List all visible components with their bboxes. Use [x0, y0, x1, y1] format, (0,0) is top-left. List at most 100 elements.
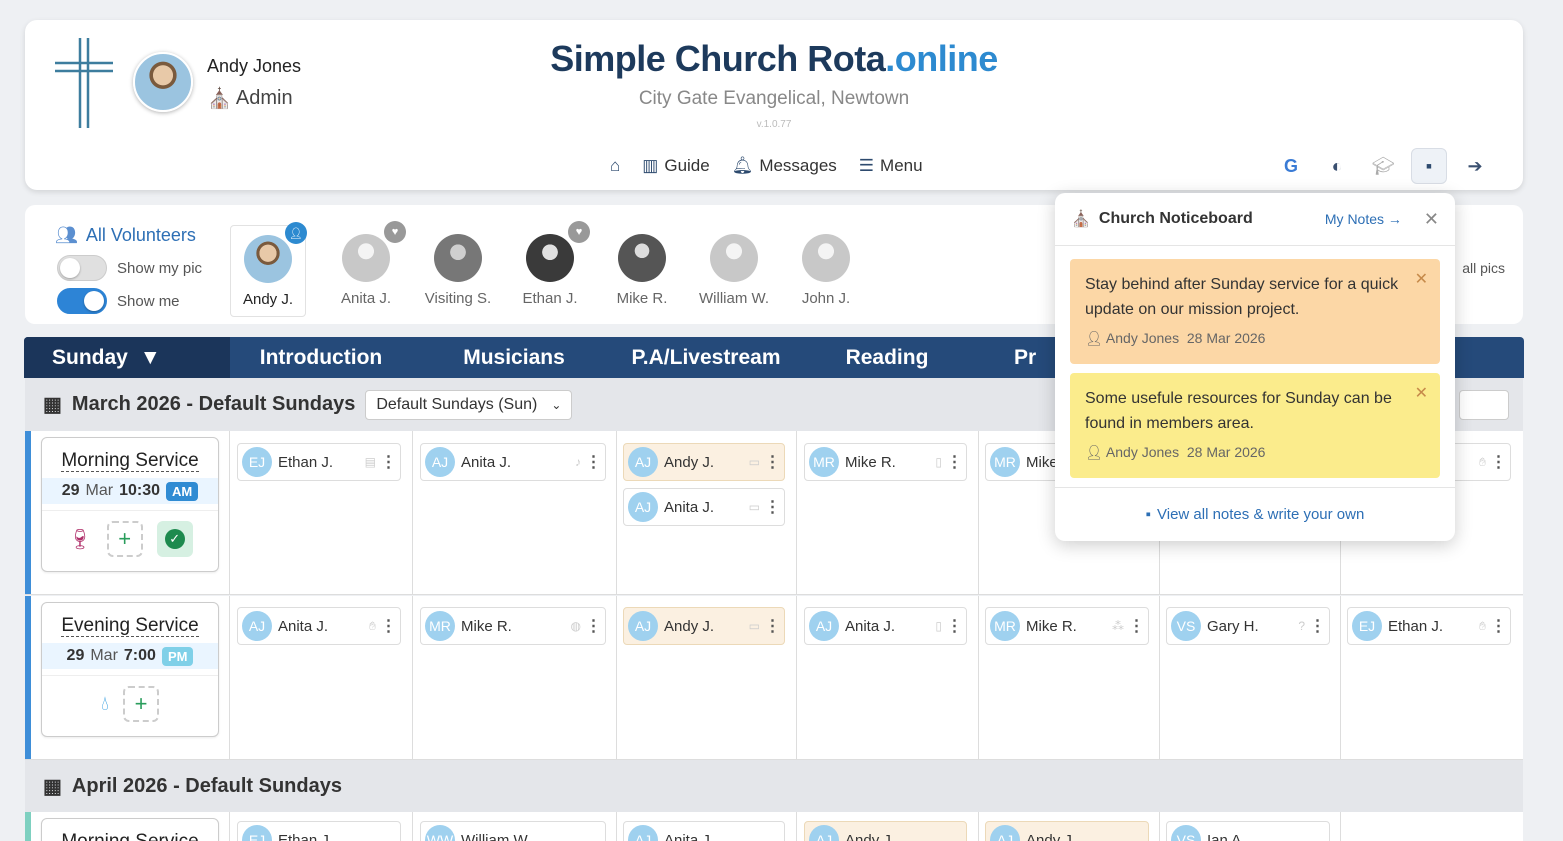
messages-button[interactable]: 🔔︎ Messages: [732, 156, 837, 176]
more-icon[interactable]: ⋮: [1124, 616, 1148, 636]
home-button[interactable]: ⌂: [610, 156, 620, 176]
theme-toggle-button[interactable]: ◐: [1319, 148, 1355, 184]
chip-name: Anita J.: [664, 831, 715, 841]
people-icon: ⁂: [1112, 619, 1124, 633]
volunteer-item[interactable]: Ethan J. ♥: [504, 221, 596, 317]
logout-button[interactable]: ➔: [1457, 148, 1493, 184]
service-title[interactable]: Morning Service: [61, 450, 199, 472]
church-icon: ⛪: [1071, 211, 1091, 228]
assignment-chip[interactable]: AJ Andy J. ▭ ⋮: [623, 607, 785, 645]
assignment-chip[interactable]: MR Mike R. ▯ ⋮: [804, 443, 967, 481]
assignment-chip[interactable]: EJ Ethan J. ✋︎ ⋮: [1347, 607, 1511, 645]
assignment-chip[interactable]: MR Mike R. ◍ ⋮: [420, 607, 606, 645]
projector-icon: ▭: [748, 619, 760, 633]
assignment-chip[interactable]: AJ Andy J.: [985, 821, 1149, 841]
assignment-chip[interactable]: EJ Ethan J.: [237, 821, 401, 841]
add-button[interactable]: +: [123, 686, 159, 722]
noticeboard-header: ⛪ Church Noticeboard My Notes → ✕: [1055, 193, 1455, 246]
notes-button[interactable]: ▪: [1411, 148, 1447, 184]
volunteer-item[interactable]: John J.: [780, 225, 872, 317]
am-badge: AM: [166, 481, 199, 501]
assignment-chip[interactable]: AJ Anita J. ▭ ⋮: [623, 488, 785, 526]
guide-button[interactable]: ▥ Guide: [642, 156, 709, 176]
service-card[interactable]: Morning Service: [41, 818, 219, 841]
assignment-chip[interactable]: AJ Andy J. ▭ ⋮: [623, 443, 785, 481]
volunteer-name: Visiting S.: [424, 290, 492, 307]
confirm-button[interactable]: ✓: [156, 521, 193, 557]
assignment-chip[interactable]: EJ Ethan J. ▤ ⋮: [237, 443, 401, 481]
view-all-notes-link[interactable]: ▪ View all notes & write your own: [1055, 487, 1455, 541]
add-button[interactable]: +: [106, 521, 143, 557]
assignment-chip[interactable]: AJ Anita J. ✋︎ ⋮: [237, 607, 401, 645]
initials-avatar: AJ: [628, 447, 658, 477]
role-pa-livestream[interactable]: P.A/Livestream: [616, 337, 796, 378]
more-icon[interactable]: ⋮: [1305, 616, 1329, 636]
menu-button[interactable]: ☰ Menu: [859, 156, 923, 176]
initials-avatar: AJ: [809, 825, 839, 841]
service-title[interactable]: Morning Service: [61, 831, 199, 841]
assignment-chip[interactable]: VS Ian A.: [1166, 821, 1330, 841]
graduation-button[interactable]: 🎓︎: [1365, 148, 1401, 184]
check-icon: ✓: [164, 529, 185, 549]
dismiss-note-icon[interactable]: ✕: [1415, 381, 1428, 406]
more-icon[interactable]: ⋮: [942, 616, 966, 636]
assignment-chip[interactable]: MR Mike R. ⁂ ⋮: [985, 607, 1149, 645]
dismiss-note-icon[interactable]: ✕: [1415, 267, 1428, 292]
show-my-pic-label: Show my pic: [117, 259, 203, 277]
chip-name: Anita J.: [461, 453, 512, 471]
wine-glass-icon[interactable]: 🍷︎: [67, 527, 92, 552]
graduation-cap-icon: 🎓︎: [1371, 155, 1395, 176]
service-card[interactable]: Morning Service 29 Mar 10:30 AM 🍷︎ + ✓: [41, 437, 219, 572]
all-pics-label: all pics: [1462, 260, 1505, 276]
chip-name: Mike R.: [845, 453, 896, 471]
caret-down-icon: ▼: [139, 345, 161, 369]
volunteer-item[interactable]: Andy J. 👤︎: [230, 222, 307, 317]
chip-name: Anita J.: [845, 617, 896, 635]
more-icon[interactable]: ⋮: [376, 452, 400, 472]
more-icon[interactable]: ⋮: [760, 616, 784, 636]
more-icon[interactable]: ⋮: [942, 452, 966, 472]
assignment-chip[interactable]: AJ Andy J.: [804, 821, 967, 841]
book-icon: ▯: [935, 619, 942, 633]
more-icon[interactable]: ⋮: [1486, 616, 1510, 636]
more-icon[interactable]: ⋮: [581, 452, 605, 472]
water-drop-icon[interactable]: 💧︎: [101, 693, 109, 716]
more-icon[interactable]: ⋮: [760, 452, 784, 472]
more-icon[interactable]: ⋮: [581, 616, 605, 636]
google-icon: G: [1283, 155, 1298, 176]
close-icon[interactable]: ✕: [1424, 209, 1439, 230]
show-me-toggle[interactable]: [57, 288, 107, 314]
day-selector[interactable]: Sunday ▼: [24, 337, 230, 378]
more-icon[interactable]: ⋮: [376, 616, 400, 636]
assignment-chip[interactable]: AJ Anita J. ▯ ⋮: [804, 607, 967, 645]
assignment-chip[interactable]: AJ Anita J. ♪ ⋮: [420, 443, 606, 481]
assignment-chip[interactable]: AJ Anita J.: [623, 821, 785, 841]
show-my-pic-toggle[interactable]: [57, 255, 107, 281]
book-icon: ▯: [935, 455, 942, 469]
volunteer-item[interactable]: William W.: [688, 225, 780, 317]
volunteer-item[interactable]: Mike R.: [596, 225, 688, 317]
service-title[interactable]: Evening Service: [61, 615, 199, 637]
volunteer-name: William W.: [699, 290, 769, 307]
church-name: City Gate Evangelical, Newtown: [638, 88, 910, 109]
note-meta: 👤︎ Andy Jones 28 Mar 2026: [1085, 326, 1425, 351]
service-time: 29 Mar 7:00 PM: [42, 643, 218, 669]
volunteer-item[interactable]: Anita J. ♥: [320, 221, 412, 317]
my-notes-link[interactable]: My Notes →: [1325, 211, 1402, 227]
rota-select-secondary[interactable]: [1459, 389, 1509, 420]
more-icon[interactable]: ⋮: [760, 497, 784, 517]
service-card[interactable]: Evening Service 29 Mar 7:00 PM 💧︎ +: [41, 602, 219, 737]
all-volunteers-link[interactable]: 👥︎ All Volunteers: [55, 225, 196, 246]
role-reading[interactable]: Reading: [796, 337, 978, 378]
google-button[interactable]: G: [1273, 148, 1309, 184]
assignment-chip[interactable]: WW William W.: [420, 821, 606, 841]
more-icon[interactable]: ⋮: [1486, 452, 1510, 472]
role-musicians[interactable]: Musicians: [412, 337, 616, 378]
rota-select[interactable]: Default Sundays (Sun) ⌄: [365, 389, 573, 420]
role-introduction[interactable]: Introduction: [230, 337, 412, 378]
volunteer-item[interactable]: Visiting S.: [412, 225, 504, 317]
assignment-chip[interactable]: VS Gary H.? ⋮: [1166, 607, 1330, 645]
chip-name: Mike: [1026, 453, 1058, 471]
volunteer-avatar: [618, 234, 666, 282]
initials-avatar: MR: [990, 611, 1020, 641]
